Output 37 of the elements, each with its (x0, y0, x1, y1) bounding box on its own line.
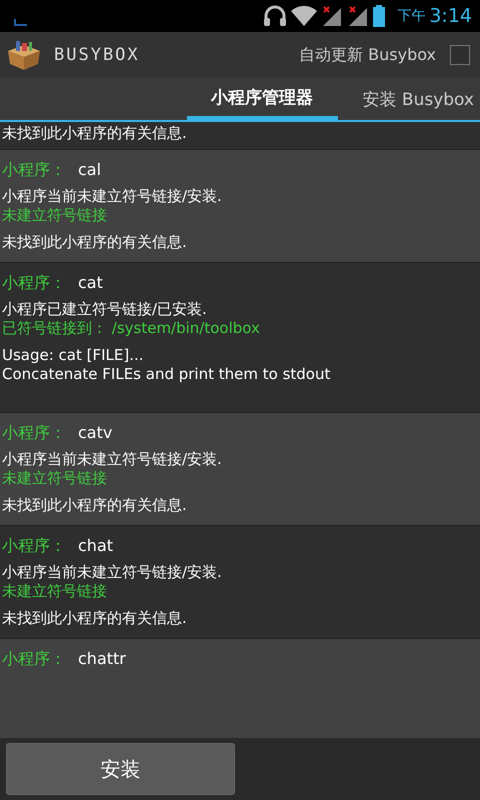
signal-icon (321, 5, 344, 27)
link-status: 未建立符号链接 (2, 582, 108, 601)
wifi-icon (291, 5, 318, 27)
info-text: Usage: cat [FILE]... (2, 346, 145, 365)
link-status: 未建立符号链接 (2, 469, 108, 488)
auto-update-checkbox[interactable] (450, 45, 470, 65)
signal-icon (347, 5, 370, 27)
applet-label: 小程序： (2, 423, 66, 442)
applet-label: 小程序： (2, 536, 66, 555)
info-text: 未找到此小程序的有关信息. (2, 609, 188, 628)
link-status: 已符号链接到： /system/bin/toolbox (2, 319, 261, 338)
applet-name: catv (78, 423, 112, 442)
applet-name: chat (78, 536, 114, 555)
status-text: 小程序当前未建立符号链接/安装. (2, 187, 223, 206)
install-button[interactable]: 安装 (6, 743, 235, 795)
status-text: 小程序当前未建立符号链接/安装. (2, 563, 223, 582)
info-text: Concatenate FILEs and print them to stdout (2, 365, 332, 384)
status-text: 小程序当前未建立符号链接/安装. (2, 450, 223, 469)
applet-name: cal (78, 160, 102, 179)
applet-label: 小程序： (2, 273, 66, 292)
info-text: 未找到此小程序的有关信息. (2, 496, 188, 515)
headphones-icon (263, 5, 288, 27)
time-period: 下午 (397, 7, 426, 25)
clock-time: 3:14 (429, 5, 472, 27)
applet-name: chattr (78, 649, 126, 668)
info-text: 未找到此小程序的有关信息. (2, 233, 188, 252)
link-status: 未建立符号链接 (2, 206, 108, 225)
applet-label: 小程序： (2, 649, 66, 668)
auto-update-label: 自动更新 Busybox (299, 44, 436, 66)
battery-icon (373, 5, 386, 27)
tab[interactable]: 安装 Busybox (338, 78, 480, 120)
app-title: BUSYBOX (54, 45, 141, 65)
box-icon (6, 39, 42, 71)
applet-name: cat (78, 273, 103, 292)
info-text: 未找到此小程序的有关信息. (2, 124, 188, 143)
applet-label: 小程序： (2, 160, 66, 179)
status-text: 小程序已建立符号链接/已安装. (2, 300, 208, 319)
